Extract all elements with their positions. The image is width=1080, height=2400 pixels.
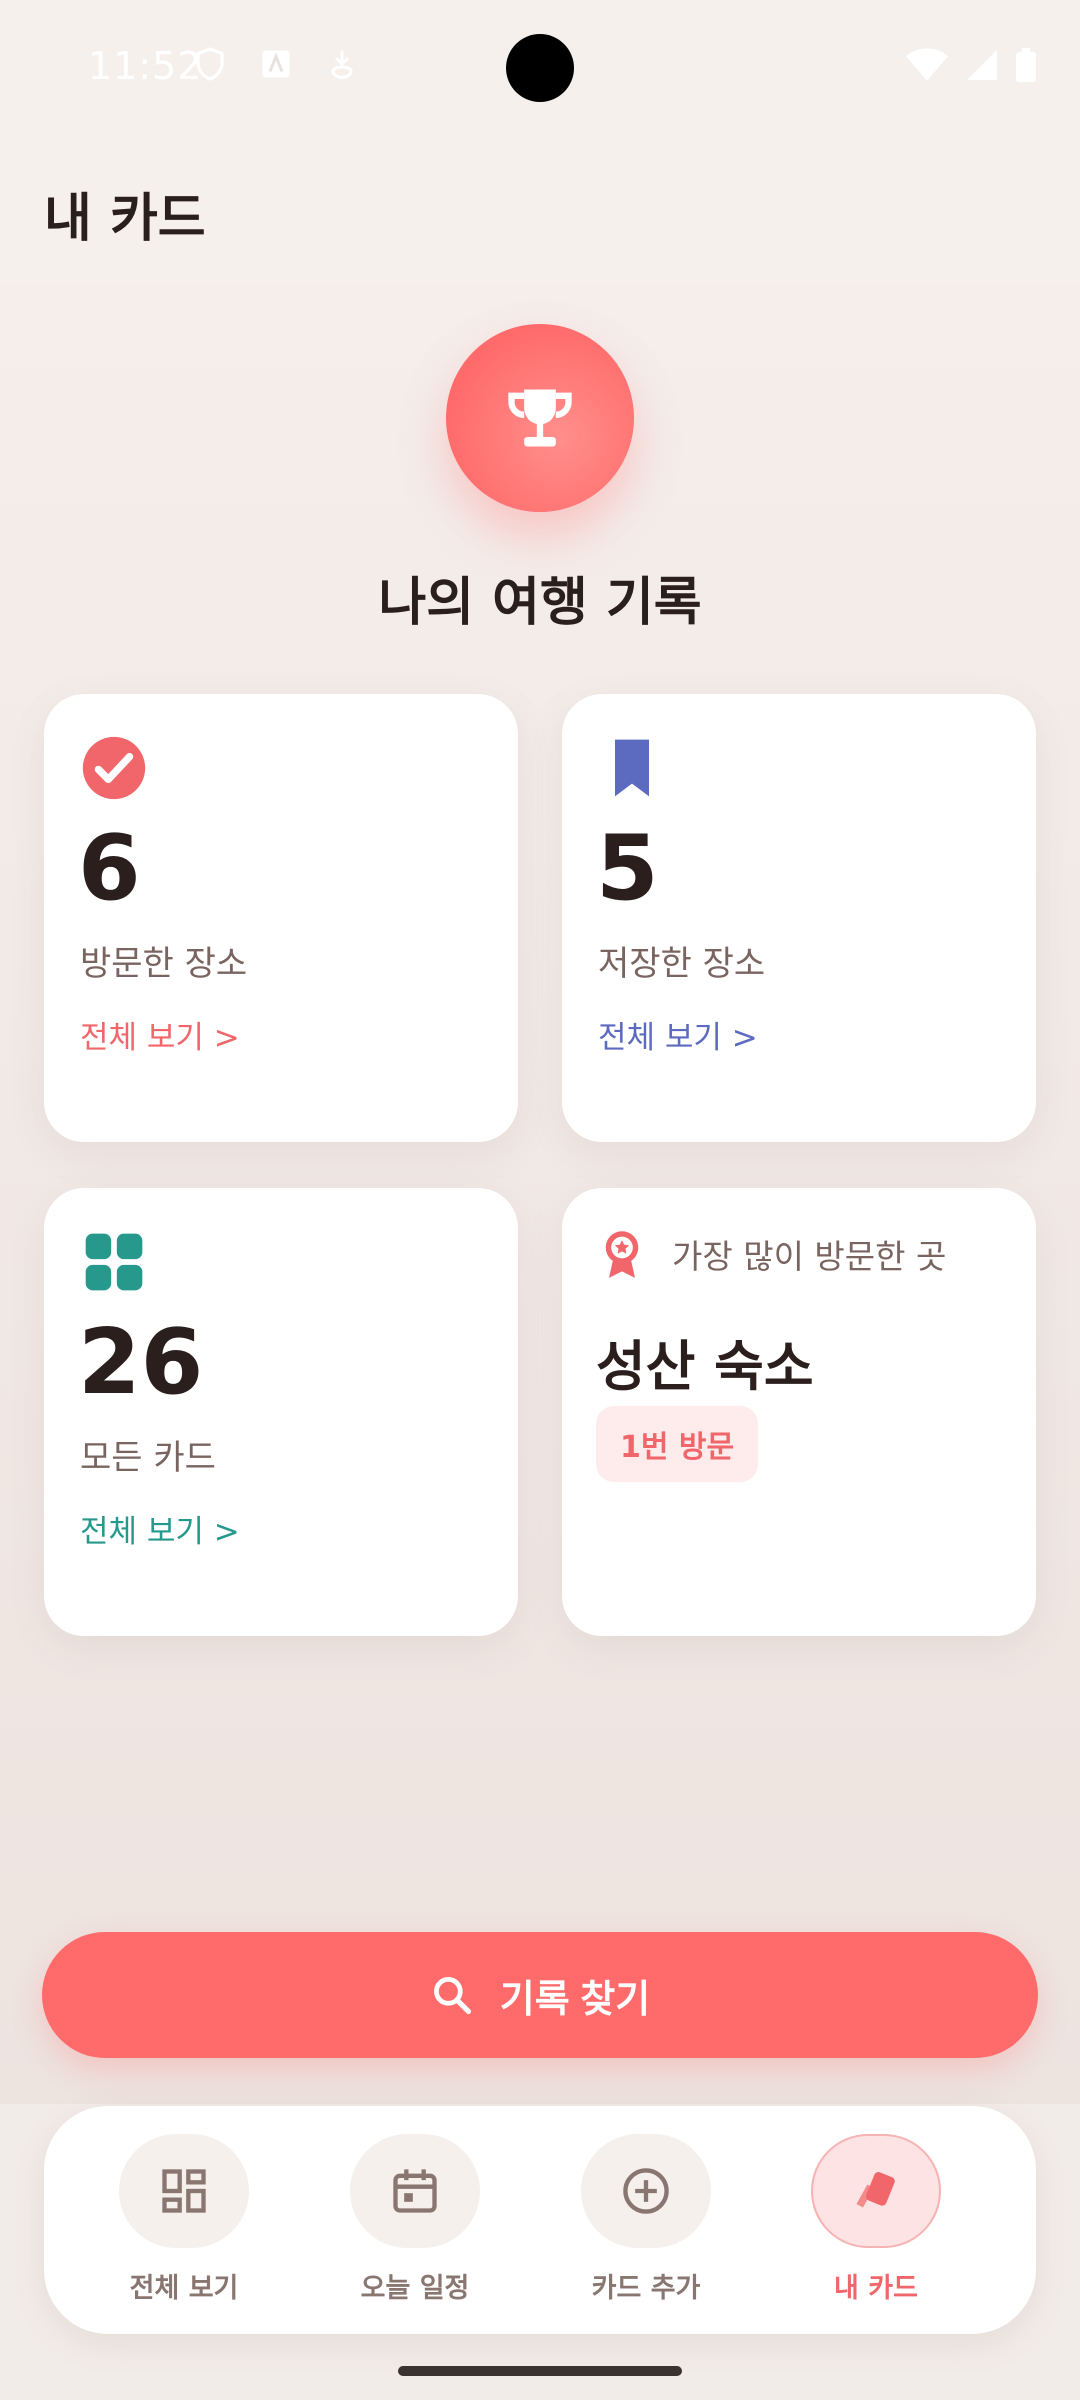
nav-bubble xyxy=(119,2134,249,2248)
camera-cutout xyxy=(506,34,574,102)
battery-icon xyxy=(1016,47,1036,83)
home-indicator[interactable] xyxy=(398,2366,682,2376)
visited-places-card[interactable]: 6 방문한 장소 전체 보기 > xyxy=(44,694,518,1142)
nav-item-today-schedule[interactable]: 오늘 일정 xyxy=(325,2134,505,2305)
signal-icon xyxy=(967,50,997,80)
search-button-label: 기록 찾기 xyxy=(499,1978,651,2021)
visited-view-all-link[interactable]: 전체 보기 > xyxy=(80,1012,240,1057)
nav-label-add-card: 카드 추가 xyxy=(591,2273,701,2304)
most-visited-place: 성산 숙소 xyxy=(596,1335,814,1398)
award-icon xyxy=(605,1231,639,1278)
trophy-icon xyxy=(508,389,572,447)
grid-icon xyxy=(85,1233,143,1291)
all-cards-count: 26 xyxy=(78,1310,204,1415)
nav-bubble xyxy=(581,2134,711,2248)
saved-view-all-link[interactable]: 전체 보기 > xyxy=(598,1012,758,1057)
saved-places-card[interactable]: 5 저장한 장소 전체 보기 > xyxy=(562,694,1036,1142)
status-time: 11:52 xyxy=(88,44,203,88)
visited-label: 방문한 장소 xyxy=(80,944,248,984)
section-title: 나의 여행 기록 xyxy=(378,573,702,633)
trophy-badge xyxy=(446,324,634,512)
status-bar: 11:52 xyxy=(0,0,1080,136)
nav-bubble-active xyxy=(811,2134,941,2248)
all-cards-card[interactable]: 26 모든 카드 전체 보기 > xyxy=(44,1188,518,1636)
visit-count-badge: 1번 방문 xyxy=(596,1406,759,1482)
most-visited-header: 가장 많이 방문한 곳 xyxy=(596,1228,946,1280)
most-visited-card[interactable]: 가장 많이 방문한 곳 성산 숙소 1번 방문 xyxy=(562,1188,1036,1636)
nav-item-add-card[interactable]: 카드 추가 xyxy=(556,2134,736,2305)
bottom-navigation: 전체 보기 오늘 일정 카드 추가 내 카드 xyxy=(44,2106,1036,2334)
page-title: 내 카드 xyxy=(44,189,206,249)
cards-icon xyxy=(856,2172,895,2208)
nav-label-today-schedule: 오늘 일정 xyxy=(360,2273,470,2304)
all-cards-label: 모든 카드 xyxy=(80,1438,216,1478)
nav-label-all-view: 전체 보기 xyxy=(129,2273,239,2304)
search-records-button[interactable]: 기록 찾기 xyxy=(42,1932,1038,2058)
visited-count: 6 xyxy=(78,816,141,921)
nav-bubble xyxy=(350,2134,480,2248)
shield-icon xyxy=(196,47,224,81)
bookmark-icon xyxy=(615,739,649,797)
location-icon xyxy=(331,50,353,80)
check-circle-icon xyxy=(82,736,146,800)
all-cards-view-all-link[interactable]: 전체 보기 > xyxy=(80,1506,240,1551)
add-circle-icon xyxy=(623,2168,669,2214)
search-icon xyxy=(433,1977,471,2015)
wifi-icon xyxy=(906,48,948,81)
status-left-icons xyxy=(192,46,360,82)
saved-count: 5 xyxy=(596,816,659,921)
app-notification-icon xyxy=(262,50,290,78)
status-right-icons xyxy=(906,46,1036,84)
nav-item-all-view[interactable]: 전체 보기 xyxy=(94,2134,274,2305)
most-visited-label: 가장 많이 방문한 곳 xyxy=(672,1237,947,1276)
dashboard-icon xyxy=(162,2169,206,2213)
saved-label: 저장한 장소 xyxy=(598,944,766,984)
nav-item-my-cards[interactable]: 내 카드 xyxy=(786,2134,966,2305)
nav-label-my-cards: 내 카드 xyxy=(834,2273,918,2304)
calendar-icon xyxy=(393,2169,437,2213)
